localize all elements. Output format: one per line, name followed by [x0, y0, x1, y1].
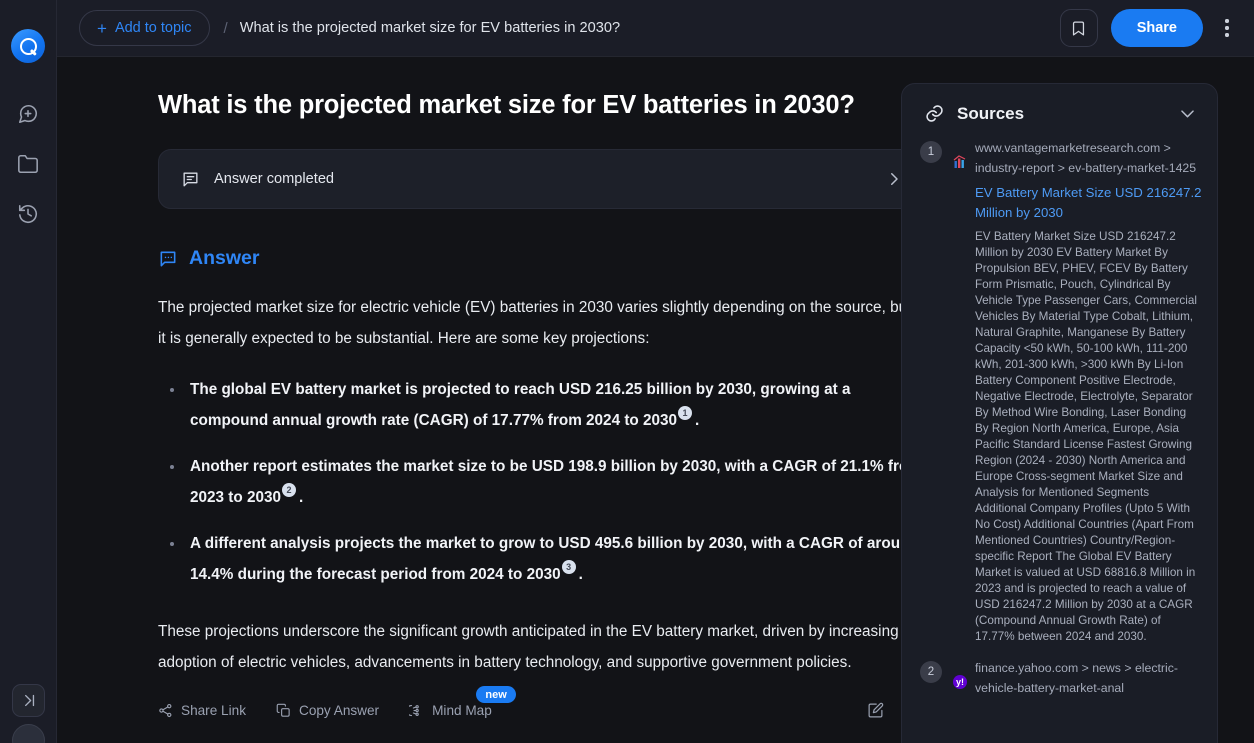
answer-status-card[interactable]: Answer completed: [158, 149, 901, 209]
source-snippet: EV Battery Market Size USD 216247.2 Mill…: [975, 230, 1197, 643]
sidebar-expand-button[interactable]: [12, 684, 45, 717]
copy-answer-label: Copy Answer: [299, 703, 380, 718]
feedback-actions: [867, 702, 901, 719]
answer-heading: Answer: [158, 247, 901, 270]
citation-marker[interactable]: 2: [282, 483, 296, 498]
answer-column: What is the projected market size for EV…: [57, 57, 901, 743]
list-item: The global EV battery market is projecte…: [158, 374, 901, 436]
message-icon: [181, 170, 200, 189]
right-pane: + Add to topic / What is the projected m…: [57, 0, 1254, 743]
body: What is the projected market size for EV…: [57, 57, 1254, 743]
mind-map-button[interactable]: Mind Map new: [409, 686, 516, 718]
sources-column: Sources 1 www.vantagemarketresearch.com …: [901, 57, 1254, 743]
folder-icon[interactable]: [11, 147, 45, 181]
avatar[interactable]: [12, 724, 45, 743]
page-title: What is the projected market size for EV…: [158, 91, 855, 119]
bullet-suffix: .: [299, 489, 304, 506]
source-item[interactable]: 1 www.vantagemarketresearch.com > indust…: [920, 139, 1203, 645]
left-rail: [0, 0, 57, 743]
link-icon: [924, 103, 945, 124]
edit-icon[interactable]: [867, 702, 884, 719]
closing-paragraph: These projections underscore the signifi…: [158, 623, 899, 671]
bullet-text: A different analysis projects the market…: [190, 535, 901, 583]
source-number: 2: [920, 661, 942, 683]
bookmark-button[interactable]: [1059, 9, 1098, 47]
breadcrumb-separator: /: [223, 19, 228, 37]
citation-marker[interactable]: 1: [678, 406, 693, 421]
answer-action-bar: Share Link Copy Answer Mind Map new: [158, 686, 901, 719]
new-chat-icon[interactable]: [11, 97, 45, 131]
share-link-button[interactable]: Share Link: [158, 703, 246, 718]
bullet-suffix: .: [695, 412, 700, 429]
copy-answer-button[interactable]: Copy Answer: [276, 703, 379, 718]
bullet-text: Another report estimates the market size…: [190, 458, 901, 506]
projection-list: The global EV battery market is projecte…: [158, 374, 901, 590]
answer-heading-label: Answer: [189, 247, 260, 269]
add-to-topic-button[interactable]: + Add to topic: [79, 10, 210, 46]
plus-icon: +: [97, 18, 107, 38]
chevron-down-icon[interactable]: [1178, 104, 1197, 123]
app-root: + Add to topic / What is the projected m…: [0, 0, 1254, 743]
yahoo-favicon: y!: [953, 675, 967, 689]
source-url: www.vantagemarketresearch.com > industry…: [975, 141, 1197, 175]
topbar-actions: Share: [1059, 9, 1238, 47]
add-to-topic-label: Add to topic: [114, 20, 192, 36]
source-number: 1: [920, 141, 942, 163]
chevron-right-icon[interactable]: [885, 170, 901, 188]
answer-status-label: Answer completed: [214, 171, 335, 187]
topbar: + Add to topic / What is the projected m…: [57, 0, 1254, 57]
list-item: A different analysis projects the market…: [158, 528, 901, 590]
intro-paragraph: The projected market size for electric v…: [158, 299, 901, 347]
new-badge: new: [476, 686, 516, 703]
sources-list[interactable]: 1 www.vantagemarketresearch.com > indust…: [902, 139, 1217, 743]
more-options-icon[interactable]: [1216, 9, 1238, 47]
history-icon[interactable]: [11, 197, 45, 231]
bullet-text: The global EV battery market is projecte…: [190, 381, 851, 429]
share-button[interactable]: Share: [1110, 9, 1203, 47]
answer-icon: [158, 249, 178, 269]
bullet-suffix: .: [578, 566, 583, 583]
breadcrumb: What is the projected market size for EV…: [239, 20, 621, 36]
share-link-label: Share Link: [181, 703, 246, 718]
list-item: Another report estimates the market size…: [158, 451, 901, 513]
sources-panel: Sources 1 www.vantagemarketresearch.com …: [901, 83, 1218, 743]
vmr-favicon: [953, 155, 967, 169]
source-url: finance.yahoo.com > news > electric-vehi…: [975, 661, 1179, 695]
source-title[interactable]: EV Battery Market Size USD 216247.2 Mill…: [975, 183, 1203, 222]
citation-marker[interactable]: 3: [561, 560, 576, 575]
source-item[interactable]: 2 y! finance.yahoo.com > news > electric…: [920, 659, 1203, 698]
sources-header: Sources: [902, 84, 1217, 139]
mind-map-label: Mind Map: [432, 703, 492, 718]
sources-title: Sources: [957, 103, 1025, 123]
quark-logo[interactable]: [11, 29, 45, 63]
